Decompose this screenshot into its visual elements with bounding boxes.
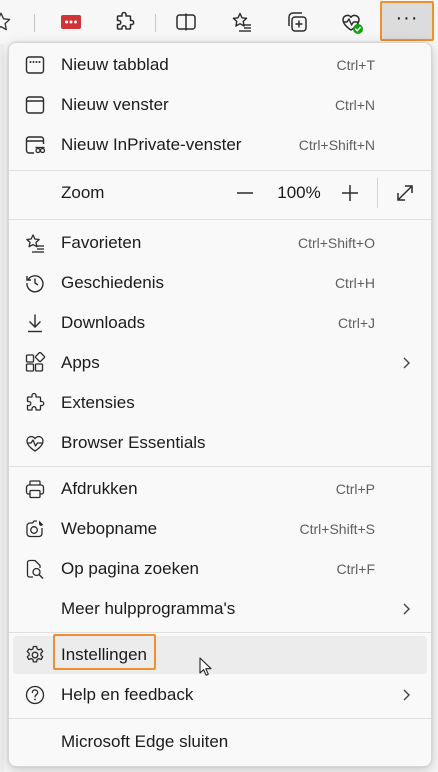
menu-item-label: Microsoft Edge sluiten bbox=[61, 732, 229, 751]
menu-item-close-edge[interactable]: Microsoft Edge sluiten bbox=[13, 723, 427, 761]
menu-item-label: Afdrukken bbox=[61, 479, 138, 498]
menu-item-new-window[interactable]: Nieuw venster Ctrl+N bbox=[13, 86, 427, 124]
menu-divider bbox=[9, 170, 431, 171]
menu-item-label: Op pagina zoeken bbox=[61, 559, 199, 578]
menu-item-new-tab[interactable]: Nieuw tabblad Ctrl+T bbox=[13, 46, 427, 84]
chevron-right-icon bbox=[403, 689, 410, 701]
menu-item-label: Nieuw tabblad bbox=[61, 55, 169, 74]
page-edge bbox=[0, 44, 4, 772]
mouse-cursor-icon bbox=[199, 657, 212, 676]
menu-item-label: Meer hulpprogramma's bbox=[61, 599, 236, 618]
menu-item-label: Geschiedenis bbox=[61, 273, 165, 292]
plus-icon bbox=[342, 185, 358, 201]
puzzle-icon bbox=[26, 392, 45, 411]
menu-item-web-capture[interactable]: Webopname Ctrl+Shift+S bbox=[13, 510, 427, 548]
toolbar-divider bbox=[155, 14, 156, 32]
fullscreen-button[interactable] bbox=[391, 180, 419, 206]
star-icon[interactable] bbox=[0, 5, 18, 39]
fullscreen-icon bbox=[397, 185, 413, 201]
menu-item-label: Instellingen bbox=[61, 645, 148, 664]
apps-icon bbox=[25, 352, 46, 372]
favorites-icon bbox=[26, 234, 44, 253]
zoom-out-button[interactable] bbox=[231, 180, 259, 206]
toolbar-divider bbox=[34, 14, 35, 32]
zoom-divider bbox=[377, 178, 378, 208]
menu-item-shortcut: Ctrl+Shift+O bbox=[297, 235, 375, 251]
heart-pulse-icon bbox=[26, 435, 44, 452]
menu-item-downloads[interactable]: Downloads Ctrl+J bbox=[13, 304, 427, 342]
browser-toolbar: ··· bbox=[0, 0, 438, 44]
menu-item-label: Nieuw InPrivate-venster bbox=[61, 135, 242, 154]
menu-item-label: Help en feedback bbox=[61, 685, 194, 704]
split-screen-icon[interactable] bbox=[169, 5, 203, 39]
menu-item-label: Downloads bbox=[61, 313, 146, 332]
menu-item-shortcut: Ctrl+F bbox=[336, 561, 376, 577]
menu-item-extensions[interactable]: Extensies bbox=[13, 384, 427, 422]
browser-essentials-icon[interactable] bbox=[334, 5, 368, 39]
new-window-icon bbox=[25, 96, 45, 114]
web-capture-icon bbox=[26, 520, 44, 538]
help-icon bbox=[25, 685, 45, 705]
zoom-in-button[interactable] bbox=[336, 180, 364, 206]
menu-item-browser-essentials[interactable]: Browser Essentials bbox=[13, 424, 427, 462]
menu-item-label: Nieuw venster bbox=[61, 95, 169, 114]
menu-item-shortcut: Ctrl+H bbox=[334, 275, 375, 291]
menu-item-shortcut: Ctrl+T bbox=[336, 57, 376, 73]
menu-item-shortcut: Ctrl+J bbox=[338, 315, 375, 331]
print-icon bbox=[25, 480, 45, 499]
more-icon: ··· bbox=[395, 7, 419, 29]
download-icon bbox=[28, 314, 42, 333]
menu-item-label: Favorieten bbox=[61, 233, 142, 252]
menu-item-shortcut: Ctrl+Shift+N bbox=[298, 137, 375, 153]
menu-divider bbox=[9, 219, 431, 220]
collections-icon[interactable] bbox=[280, 5, 314, 39]
menu-item-shortcut: Ctrl+N bbox=[334, 97, 375, 113]
menu-item-history[interactable]: Geschiedenis Ctrl+H bbox=[13, 264, 427, 302]
menu-item-help-and-feedback[interactable]: Help en feedback bbox=[13, 676, 427, 714]
menu-divider bbox=[9, 632, 431, 633]
menu-item-apps[interactable]: Apps bbox=[13, 344, 427, 382]
menu-item-zoom: Zoom 100% bbox=[13, 174, 427, 212]
zoom-label: Zoom bbox=[61, 183, 105, 202]
minus-icon bbox=[237, 192, 253, 194]
new-tab-icon bbox=[25, 56, 45, 74]
menu-item-print[interactable]: Afdrukken Ctrl+P bbox=[13, 470, 427, 508]
puzzle-icon[interactable] bbox=[108, 5, 142, 39]
menu-item-favorites[interactable]: Favorieten Ctrl+Shift+O bbox=[13, 224, 427, 262]
chevron-right-icon bbox=[403, 603, 410, 615]
menu-item-shortcut: Ctrl+P bbox=[335, 481, 375, 497]
menu-item-more-tools[interactable]: Meer hulpprogramma's bbox=[13, 590, 427, 628]
history-icon bbox=[26, 275, 44, 293]
find-on-page-icon bbox=[26, 559, 44, 579]
menu-divider bbox=[9, 718, 431, 719]
more-button[interactable]: ··· bbox=[380, 1, 434, 41]
menu-item-settings[interactable]: Instellingen bbox=[13, 636, 427, 674]
zoom-level: 100% bbox=[277, 183, 321, 202]
favorites-icon[interactable] bbox=[225, 5, 259, 39]
red-extension-icon[interactable] bbox=[54, 5, 88, 39]
inprivate-icon bbox=[25, 136, 46, 154]
gear-icon bbox=[26, 645, 44, 663]
chevron-right-icon bbox=[403, 357, 410, 369]
menu-divider bbox=[9, 466, 431, 467]
menu-item-label: Webopname bbox=[61, 519, 158, 538]
menu-item-find-on-page[interactable]: Op pagina zoeken Ctrl+F bbox=[13, 550, 427, 588]
menu-item-label: Browser Essentials bbox=[61, 433, 206, 452]
menu-item-shortcut: Ctrl+Shift+S bbox=[299, 521, 375, 537]
menu-item-label: Apps bbox=[61, 353, 100, 372]
settings-and-more-menu: Nieuw tabblad Ctrl+T Nieuw venster Ctrl+… bbox=[8, 42, 432, 767]
menu-item-new-inprivate-window[interactable]: Nieuw InPrivate-venster Ctrl+Shift+N bbox=[13, 126, 427, 164]
menu-item-label: Extensies bbox=[61, 393, 135, 412]
